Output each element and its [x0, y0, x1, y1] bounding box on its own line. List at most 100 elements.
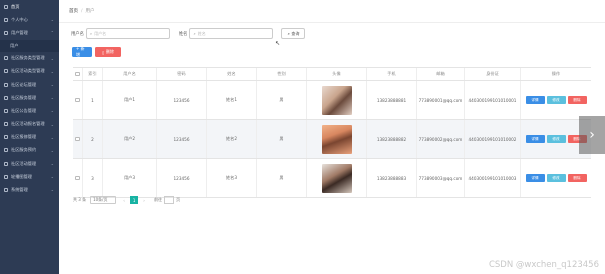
edit-button[interactable]: 修改	[546, 95, 566, 105]
sidebar-item-carousel[interactable]: 轮播图管理 ⌄	[0, 170, 59, 183]
cell-index: 3	[83, 159, 103, 197]
sidebar-item-forum[interactable]: 社区论坛管理 ⌄	[0, 78, 59, 91]
edit-button[interactable]: 修改	[546, 173, 566, 183]
sidebar-item-label: 社区报修管理	[11, 134, 37, 140]
menu-icon	[4, 69, 8, 74]
prev-page-button[interactable]: ‹	[120, 198, 128, 203]
chevron-down-icon: ⌄	[50, 187, 54, 193]
cell-index: 1	[83, 81, 103, 119]
sidebar-item-label: 社区活动类型管理	[11, 68, 45, 74]
user-table: 索引 用户名 密码 姓名 性别 头像 手机 邮箱 身份证 操作 1 用户1 12…	[73, 67, 591, 198]
search-icon: ⌕	[89, 31, 93, 36]
cell-name: 姓名1	[207, 81, 257, 119]
sidebar-item-label: 首页	[11, 3, 20, 9]
chevron-down-icon: ⌄	[50, 121, 54, 127]
sidebar-item-activity-signup[interactable]: 社区活动报名管理 ⌄	[0, 118, 59, 131]
sidebar-item-label: 个人中心	[11, 16, 28, 22]
sidebar-item-home[interactable]: 首页	[0, 0, 59, 13]
delete-button[interactable]: 删除	[567, 95, 587, 105]
batch-delete-button[interactable]: ▯ 删除	[95, 47, 121, 57]
sidebar-subitem-user[interactable]: 用户	[0, 39, 59, 52]
chevron-down-icon: ⌄	[50, 174, 54, 180]
select-all-checkbox[interactable]	[75, 71, 80, 77]
cell-index: 2	[83, 120, 103, 158]
cell-password: 123456	[157, 159, 207, 197]
chevron-down-icon: ⌄	[50, 134, 54, 140]
row-checkbox[interactable]	[75, 175, 80, 181]
avatar	[321, 124, 352, 154]
menu-icon	[4, 122, 8, 127]
cell-idcard: 440300199101010003	[465, 159, 521, 197]
menu-icon	[4, 161, 8, 166]
gear-icon	[4, 188, 8, 193]
delete-label: 删除	[105, 49, 114, 54]
sidebar-item-label: 社区服务管理	[11, 94, 37, 100]
sidebar-item-booking[interactable]: 社区服务预约 ⌄	[0, 144, 59, 157]
chevron-up-icon: ⌃	[50, 30, 54, 36]
name-placeholder: 姓名	[197, 30, 206, 36]
breadcrumb-separator: /	[81, 8, 83, 14]
image-icon	[4, 174, 8, 179]
sidebar-item-repair[interactable]: 社区报修管理 ⌄	[0, 131, 59, 144]
edit-button[interactable]: 修改	[546, 134, 566, 144]
header-avatar: 头像	[307, 68, 367, 80]
query-button[interactable]: ⌕ 查询	[281, 28, 306, 39]
page-size-select[interactable]: 10条/页	[90, 196, 117, 204]
sidebar-item-service[interactable]: 社区服务管理 ⌄	[0, 91, 59, 104]
home-icon	[4, 4, 8, 9]
next-page-button[interactable]: ›	[140, 198, 148, 203]
sidebar-item-activity-type[interactable]: 社区活动类型管理 ⌄	[0, 65, 59, 78]
sidebar-item-service-type[interactable]: 社区服务类型管理 ⌄	[0, 52, 59, 65]
delete-button[interactable]: 删除	[567, 173, 587, 183]
menu-icon	[4, 148, 8, 153]
chevron-down-icon: ⌄	[50, 17, 54, 23]
sidebar-item-activity[interactable]: 社区活动管理 ⌄	[0, 157, 59, 170]
sidebar-item-label: 系统管理	[11, 187, 28, 193]
current-page[interactable]: 1	[130, 196, 139, 204]
cell-gender: 男	[257, 159, 307, 197]
name-label: 姓名	[178, 31, 188, 37]
menu-icon	[4, 95, 8, 100]
sidebar-item-notice[interactable]: 社区公告管理 ⌄	[0, 104, 59, 117]
cell-phone: 13823888881	[367, 81, 417, 119]
detail-button[interactable]: 详情	[525, 134, 545, 144]
cell-email: 773890002@qq.com	[417, 120, 465, 158]
account-search-input[interactable]: ⌕ 用户名	[85, 28, 170, 39]
row-actions: 详情 修改 删除	[525, 95, 587, 105]
cell-phone: 13823888882	[367, 120, 417, 158]
sidebar-item-label: 社区活动报名管理	[11, 121, 45, 127]
cell-email: 773890003@qq.com	[417, 159, 465, 197]
trash-icon: ▯	[102, 49, 105, 55]
chevron-down-icon: ⌄	[50, 55, 54, 61]
row-checkbox[interactable]	[75, 97, 80, 103]
mouse-cursor-icon: ↖	[275, 40, 281, 47]
sidebar-item-user-management[interactable]: 用户管理 ⌃	[0, 26, 59, 39]
account-placeholder: 用户名	[94, 30, 107, 36]
detail-button[interactable]: 详情	[525, 95, 545, 105]
cell-email: 773890001@qq.com	[417, 81, 465, 119]
sidebar-item-label: 社区服务预约	[11, 147, 37, 153]
header-index: 索引	[83, 68, 103, 80]
page-unit-label: 页	[176, 197, 181, 202]
add-button[interactable]: + 新增	[72, 46, 92, 57]
menu-icon	[4, 82, 8, 87]
sidebar-item-label: 社区服务类型管理	[11, 55, 45, 61]
name-search-input[interactable]: ⌕ 姓名	[189, 28, 274, 39]
header-idcard: 身份证	[465, 68, 521, 80]
row-checkbox[interactable]	[75, 136, 80, 142]
main-content: 首页 / 用户 用户名 ⌕ 用户名 姓名 ⌕ 姓名 ⌕ 查询 ↖ + 新增 ▯ 删除 索…	[59, 0, 605, 274]
action-bar: + 新增 ▯ 删除	[72, 46, 124, 57]
sidebar-item-system[interactable]: 系统管理 ⌄	[0, 183, 59, 196]
cell-account: 用户1	[103, 81, 157, 119]
sidebar-item-profile[interactable]: 个人中心 ⌄	[0, 13, 59, 26]
goto-page-input[interactable]	[164, 196, 175, 204]
avatar	[321, 85, 352, 115]
header-gender: 性别	[257, 68, 307, 80]
pager-total: 共 3 条	[73, 197, 87, 202]
breadcrumb-home[interactable]: 首页	[69, 8, 78, 14]
chevron-right-icon[interactable]: ›	[579, 116, 605, 154]
row-actions: 详情 修改 删除	[525, 134, 587, 144]
detail-button[interactable]: 详情	[525, 173, 545, 183]
account-label: 用户名	[71, 31, 84, 37]
header-phone: 手机	[367, 68, 417, 80]
